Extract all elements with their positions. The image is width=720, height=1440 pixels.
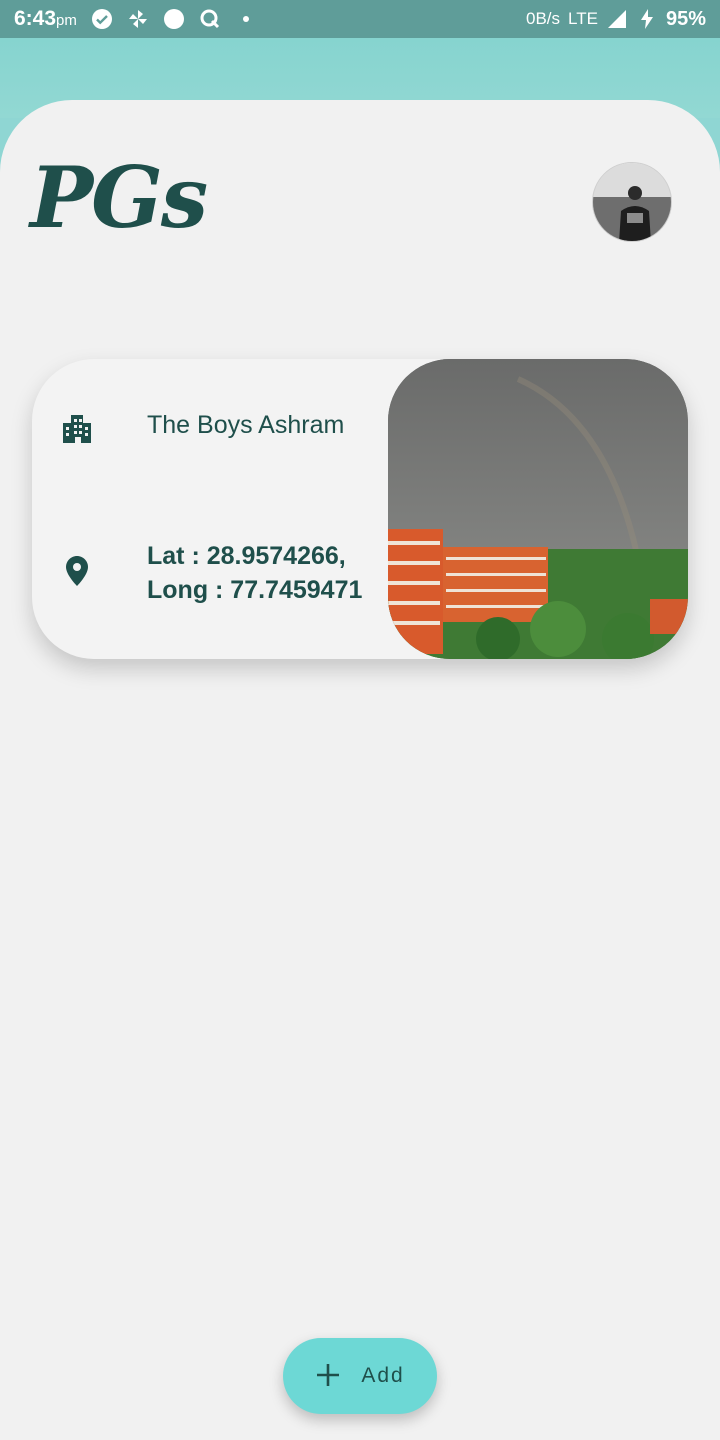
pg-card[interactable]: The Boys Ashram Lat : 28.9574266, Long :…	[32, 359, 688, 659]
charging-icon	[636, 8, 658, 30]
network-type: LTE	[568, 9, 598, 28]
network-speed: 0B/s	[526, 9, 561, 28]
q-icon	[199, 8, 221, 30]
add-button-label: Add	[361, 1364, 405, 1387]
pinwheel-icon	[127, 8, 149, 30]
profile-photo	[593, 163, 671, 241]
content-sheet	[0, 100, 720, 1440]
circle-icon	[163, 8, 185, 30]
dot-icon	[235, 8, 257, 30]
pg-photo	[388, 359, 688, 659]
check-circle-icon	[91, 8, 113, 30]
status-time: 6:43pm	[14, 7, 77, 30]
signal-icon	[606, 8, 628, 30]
location-pin-icon	[60, 554, 94, 588]
battery-level: 95%	[665, 7, 706, 30]
longitude: Long : 77.7459471	[147, 576, 363, 604]
status-bar: 6:43pm 0B/s LTE 95%	[0, 0, 720, 38]
pg-coordinates: Lat : 28.9574266, Long : 77.7459471	[147, 539, 387, 607]
avatar[interactable]	[592, 162, 672, 242]
latitude: Lat : 28.9574266,	[147, 542, 346, 570]
building-icon	[60, 411, 94, 445]
pg-name: The Boys Ashram	[147, 411, 345, 439]
plus-icon	[315, 1358, 341, 1394]
add-button[interactable]: Add	[283, 1338, 437, 1414]
page-title: PGs	[30, 148, 208, 247]
